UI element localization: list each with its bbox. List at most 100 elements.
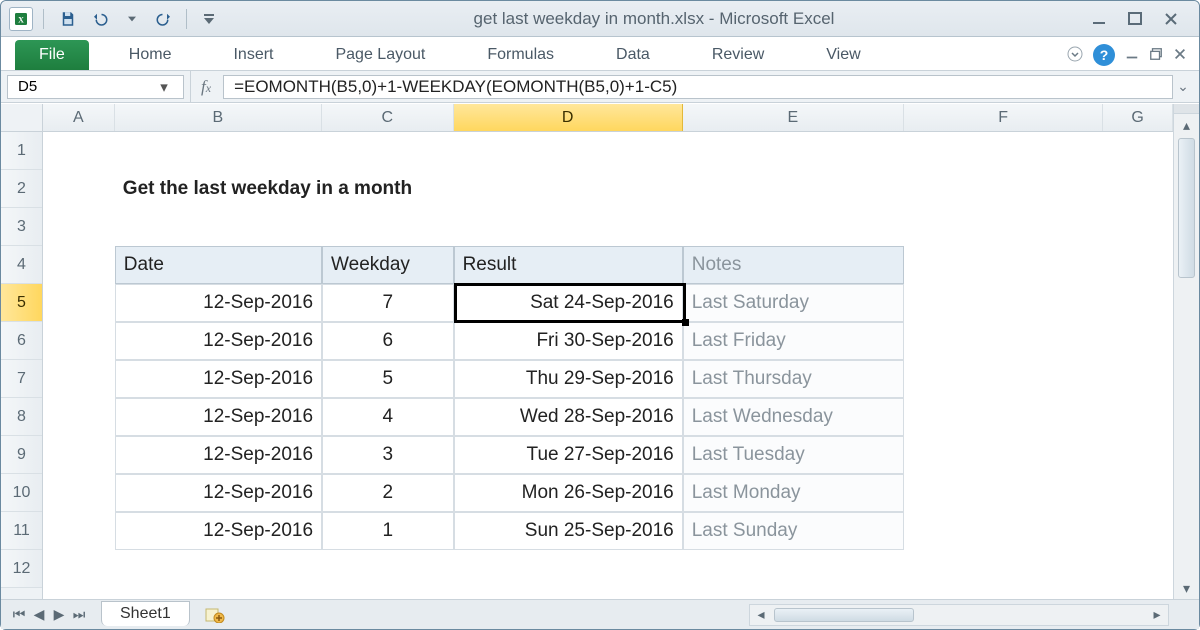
cell-E5[interactable]: Last Saturday: [683, 284, 904, 322]
undo-dropdown[interactable]: [118, 7, 146, 31]
cell-E10[interactable]: Last Monday: [683, 474, 904, 512]
cell-D7[interactable]: Thu 29-Sep-2016: [454, 360, 683, 398]
scroll-up-button[interactable]: ▴: [1174, 114, 1199, 136]
col-header-G[interactable]: G: [1103, 104, 1173, 131]
name-box-dropdown-icon[interactable]: ▾: [155, 76, 173, 98]
cell-D9[interactable]: Tue 27-Sep-2016: [454, 436, 683, 474]
cell-C11[interactable]: 1: [322, 512, 454, 550]
title-cell[interactable]: Get the last weekday in a month: [115, 170, 904, 208]
vscroll-thumb[interactable]: [1178, 138, 1195, 278]
select-all-corner[interactable]: [1, 104, 43, 132]
new-sheet-button[interactable]: [202, 605, 228, 625]
ribbon-tab-home[interactable]: Home: [119, 40, 182, 70]
header-date[interactable]: Date: [115, 246, 322, 284]
ribbon-minimize-chevron-icon[interactable]: [1067, 46, 1083, 65]
cell-B5[interactable]: 12-Sep-2016: [115, 284, 322, 322]
help-button[interactable]: ?: [1093, 44, 1115, 66]
close-button[interactable]: [1157, 9, 1185, 29]
cell-E11[interactable]: Last Sunday: [683, 512, 904, 550]
cell-C9[interactable]: 3: [322, 436, 454, 474]
cell-B11[interactable]: 12-Sep-2016: [115, 512, 322, 550]
fx-icon[interactable]: fx: [201, 77, 211, 97]
undo-button[interactable]: [86, 7, 114, 31]
doc-restore-button[interactable]: [1149, 47, 1163, 64]
cell-B7[interactable]: 12-Sep-2016: [115, 360, 322, 398]
file-tab[interactable]: File: [15, 40, 89, 70]
cell-E7[interactable]: Last Thursday: [683, 360, 904, 398]
scroll-left-button[interactable]: ◂: [750, 605, 772, 625]
cell-D8[interactable]: Wed 28-Sep-2016: [454, 398, 683, 436]
row-header-4[interactable]: 4: [1, 246, 42, 284]
cell-E9[interactable]: Last Tuesday: [683, 436, 904, 474]
cell-D6[interactable]: Fri 30-Sep-2016: [454, 322, 683, 360]
title-bar: X get last weekday in month.xlsx - Micro…: [1, 1, 1199, 37]
cell-B10[interactable]: 12-Sep-2016: [115, 474, 322, 512]
header-result[interactable]: Result: [454, 246, 683, 284]
fill-handle[interactable]: [682, 319, 689, 326]
col-header-B[interactable]: B: [115, 104, 322, 131]
doc-minimize-button[interactable]: [1125, 47, 1139, 64]
split-handle[interactable]: [1174, 104, 1199, 114]
row-header-3[interactable]: 3: [1, 208, 42, 246]
row-header-7[interactable]: 7: [1, 360, 42, 398]
sheet-nav-first[interactable]: ⏮: [9, 605, 29, 625]
cell-D5[interactable]: Sat 24-Sep-2016: [454, 284, 683, 322]
save-button[interactable]: [54, 7, 82, 31]
row-header-6[interactable]: 6: [1, 322, 42, 360]
cell-E6[interactable]: Last Friday: [683, 322, 904, 360]
col-header-A[interactable]: A: [43, 104, 115, 131]
row-header-11[interactable]: 11: [1, 512, 42, 550]
formula-expand-button[interactable]: ⌄: [1173, 78, 1193, 95]
scroll-down-button[interactable]: ▾: [1174, 577, 1199, 599]
cell-B6[interactable]: 12-Sep-2016: [115, 322, 322, 360]
cells-area[interactable]: Get the last weekday in a month Date Wee…: [43, 132, 1173, 599]
ribbon-tab-view[interactable]: View: [816, 40, 870, 70]
cell-C6[interactable]: 6: [322, 322, 454, 360]
sheet-nav-next[interactable]: ▶: [49, 605, 69, 625]
ribbon-tab-data[interactable]: Data: [606, 40, 660, 70]
vertical-scrollbar[interactable]: ▴ ▾: [1173, 104, 1199, 599]
cell-E8[interactable]: Last Wednesday: [683, 398, 904, 436]
cell-C10[interactable]: 2: [322, 474, 454, 512]
name-box[interactable]: D5 ▾: [7, 75, 184, 99]
ribbon-tab-page-layout[interactable]: Page Layout: [325, 40, 435, 70]
minimize-button[interactable]: [1085, 9, 1113, 29]
header-weekday[interactable]: Weekday: [322, 246, 454, 284]
cell-B9[interactable]: 12-Sep-2016: [115, 436, 322, 474]
cell-B8[interactable]: 12-Sep-2016: [115, 398, 322, 436]
horizontal-scrollbar[interactable]: ◂ ▸: [749, 604, 1169, 626]
sheet-nav-prev[interactable]: ◀: [29, 605, 49, 625]
qat-customize-dropdown[interactable]: [195, 7, 223, 31]
scroll-right-button[interactable]: ▸: [1146, 605, 1168, 625]
ribbon-tab-insert[interactable]: Insert: [223, 40, 283, 70]
cell-D10[interactable]: Mon 26-Sep-2016: [454, 474, 683, 512]
cell-C7[interactable]: 5: [322, 360, 454, 398]
row-header-12[interactable]: 12: [1, 550, 42, 588]
col-header-D[interactable]: D: [454, 104, 683, 131]
col-header-C[interactable]: C: [322, 104, 454, 131]
header-notes[interactable]: Notes: [683, 246, 904, 284]
row-header-9[interactable]: 9: [1, 436, 42, 474]
row-header-5[interactable]: 5: [1, 284, 42, 322]
col-header-F[interactable]: F: [904, 104, 1103, 131]
cell-C8[interactable]: 4: [322, 398, 454, 436]
row-header-2[interactable]: 2: [1, 170, 42, 208]
col-header-E[interactable]: E: [683, 104, 904, 131]
ribbon-tab-formulas[interactable]: Formulas: [477, 40, 564, 70]
row-header-8[interactable]: 8: [1, 398, 42, 436]
qat-separator: [186, 9, 187, 29]
doc-close-button[interactable]: [1173, 47, 1187, 64]
redo-button[interactable]: [150, 7, 178, 31]
maximize-button[interactable]: [1121, 9, 1149, 29]
cell-D11[interactable]: Sun 25-Sep-2016: [454, 512, 683, 550]
vscroll-track[interactable]: [1174, 136, 1199, 577]
row-header-10[interactable]: 10: [1, 474, 42, 512]
cell-C5[interactable]: 7: [322, 284, 454, 322]
row-header-1[interactable]: 1: [1, 132, 42, 170]
formula-input[interactable]: =EOMONTH(B5,0)+1-WEEKDAY(EOMONTH(B5,0)+1…: [223, 75, 1173, 99]
hscroll-track[interactable]: [772, 605, 1146, 625]
ribbon-tab-review[interactable]: Review: [702, 40, 774, 70]
sheet-tab-sheet1[interactable]: Sheet1: [101, 601, 190, 626]
sheet-nav-last[interactable]: ⏭: [69, 605, 89, 625]
hscroll-thumb[interactable]: [774, 608, 914, 622]
